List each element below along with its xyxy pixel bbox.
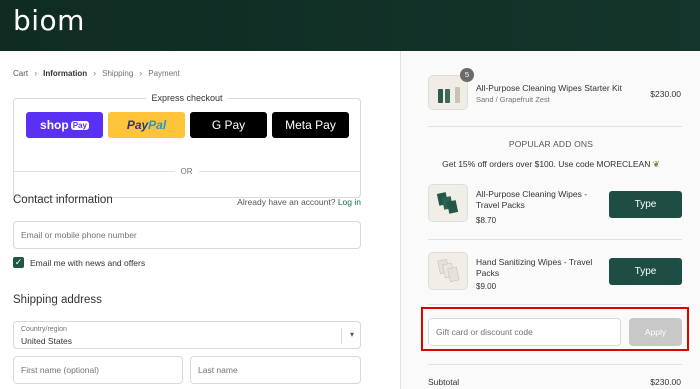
country-select[interactable]: Country/region United States ▾ [13,321,361,349]
subtotal-label: Subtotal [428,377,460,387]
addon-thumbnail [428,184,468,222]
chevron-down-icon: ▾ [349,330,354,339]
apply-button[interactable]: Apply [629,318,682,346]
first-name-field[interactable]: First name (optional) [13,356,183,384]
quantity-badge: 5 [460,68,474,82]
paypal-button[interactable]: Pay Pal [108,112,185,138]
country-value: United States [21,336,73,346]
breadcrumb-cart[interactable]: Cart [13,69,28,78]
chevron-right-icon: › [34,68,38,78]
last-name-field[interactable]: Last name [190,356,361,384]
divider [428,304,682,305]
account-prompt: Already have an account? Log in [237,197,361,207]
first-name-placeholder: First name (optional) [21,365,99,375]
express-checkout: Express checkout shop Pay Pay Pal G Pay M… [13,93,361,198]
chevron-right-icon: › [139,68,143,78]
breadcrumb-payment: Payment [148,68,180,78]
product-variant: Sand / Grapefruit Zest [476,95,550,104]
shipping-title: Shipping address [13,294,102,306]
google-pay-button[interactable]: G Pay [190,112,267,138]
sanitizer-pack-icon [437,258,460,282]
pack-icon [445,89,450,103]
divider [428,126,682,127]
divider [428,239,682,240]
or-label: OR [174,167,199,176]
last-name-placeholder: Last name [198,365,238,375]
meta-pay-button[interactable]: Meta Pay [272,112,349,138]
select-divider [341,328,342,344]
biom-logo[interactable]: biom [13,4,85,37]
newsletter-label: Email me with news and offers [30,257,146,268]
addon-price: $9.00 [476,282,497,291]
wipes-pack-icon [436,192,459,214]
paypal-wordmark-b: Pal [148,118,167,132]
add-addon-button[interactable]: Type [609,191,682,218]
product-name: All-Purpose Cleaning Wipes Starter Kit [476,83,622,93]
email-placeholder: Email or mobile phone number [21,230,137,240]
country-label: Country/region [21,326,67,333]
breadcrumb: Cart › Information › Shipping › Payment [13,68,180,78]
google-pay-label: G Pay [211,118,246,132]
discount-code-input[interactable]: Gift card or discount code [428,318,621,346]
paypal-wordmark-a: Pay [126,118,149,132]
promo-text: Get 15% off orders over $100. Use code M… [442,159,651,169]
breadcrumb-information: Information [43,68,88,78]
order-summary: 5 All-Purpose Cleaning Wipes Starter Kit… [400,51,700,389]
shop-pay-button[interactable]: shop Pay [26,112,103,138]
discount-code-placeholder: Gift card or discount code [436,327,533,337]
chevron-right-icon: › [93,68,97,78]
shop-pay-wordmark: shop [40,118,69,132]
express-checkout-title: Express checkout [146,93,228,103]
checkout-main: Cart › Information › Shipping › Payment … [0,51,400,389]
addons-title: POPULAR ADD ONS [508,139,594,149]
meta-pay-label: Meta Pay [285,118,336,132]
add-addon-button[interactable]: Type [609,258,682,285]
breadcrumb-shipping: Shipping [102,68,134,78]
login-link[interactable]: Log in [338,197,361,207]
promo-banner: Get 15% off orders over $100. Use code M… [401,159,700,170]
pack-icon [438,89,443,103]
addon-price: $8.70 [476,216,497,225]
email-field[interactable]: Email or mobile phone number [13,221,361,249]
addon-name: Hand Sanitizing Wipes - Travel Packs [476,257,593,278]
subtotal-value: $230.00 [650,377,681,387]
leaf-icon: ❦ [652,159,660,169]
checkbox-checked-icon[interactable]: ✓ [13,257,24,268]
product-price: $230.00 [650,89,681,99]
have-account-text: Already have an account? [237,197,336,207]
contact-title: Contact information [13,194,113,206]
addon-thumbnail [428,252,468,290]
shop-pay-pill: Pay [70,120,89,130]
addon-name: All-Purpose Cleaning Wipes - Travel Pack… [476,189,588,210]
canister-icon [455,87,460,103]
site-header: biom [0,0,700,51]
divider [428,364,682,365]
newsletter-option[interactable]: ✓ Email me with news and offers [13,257,145,268]
